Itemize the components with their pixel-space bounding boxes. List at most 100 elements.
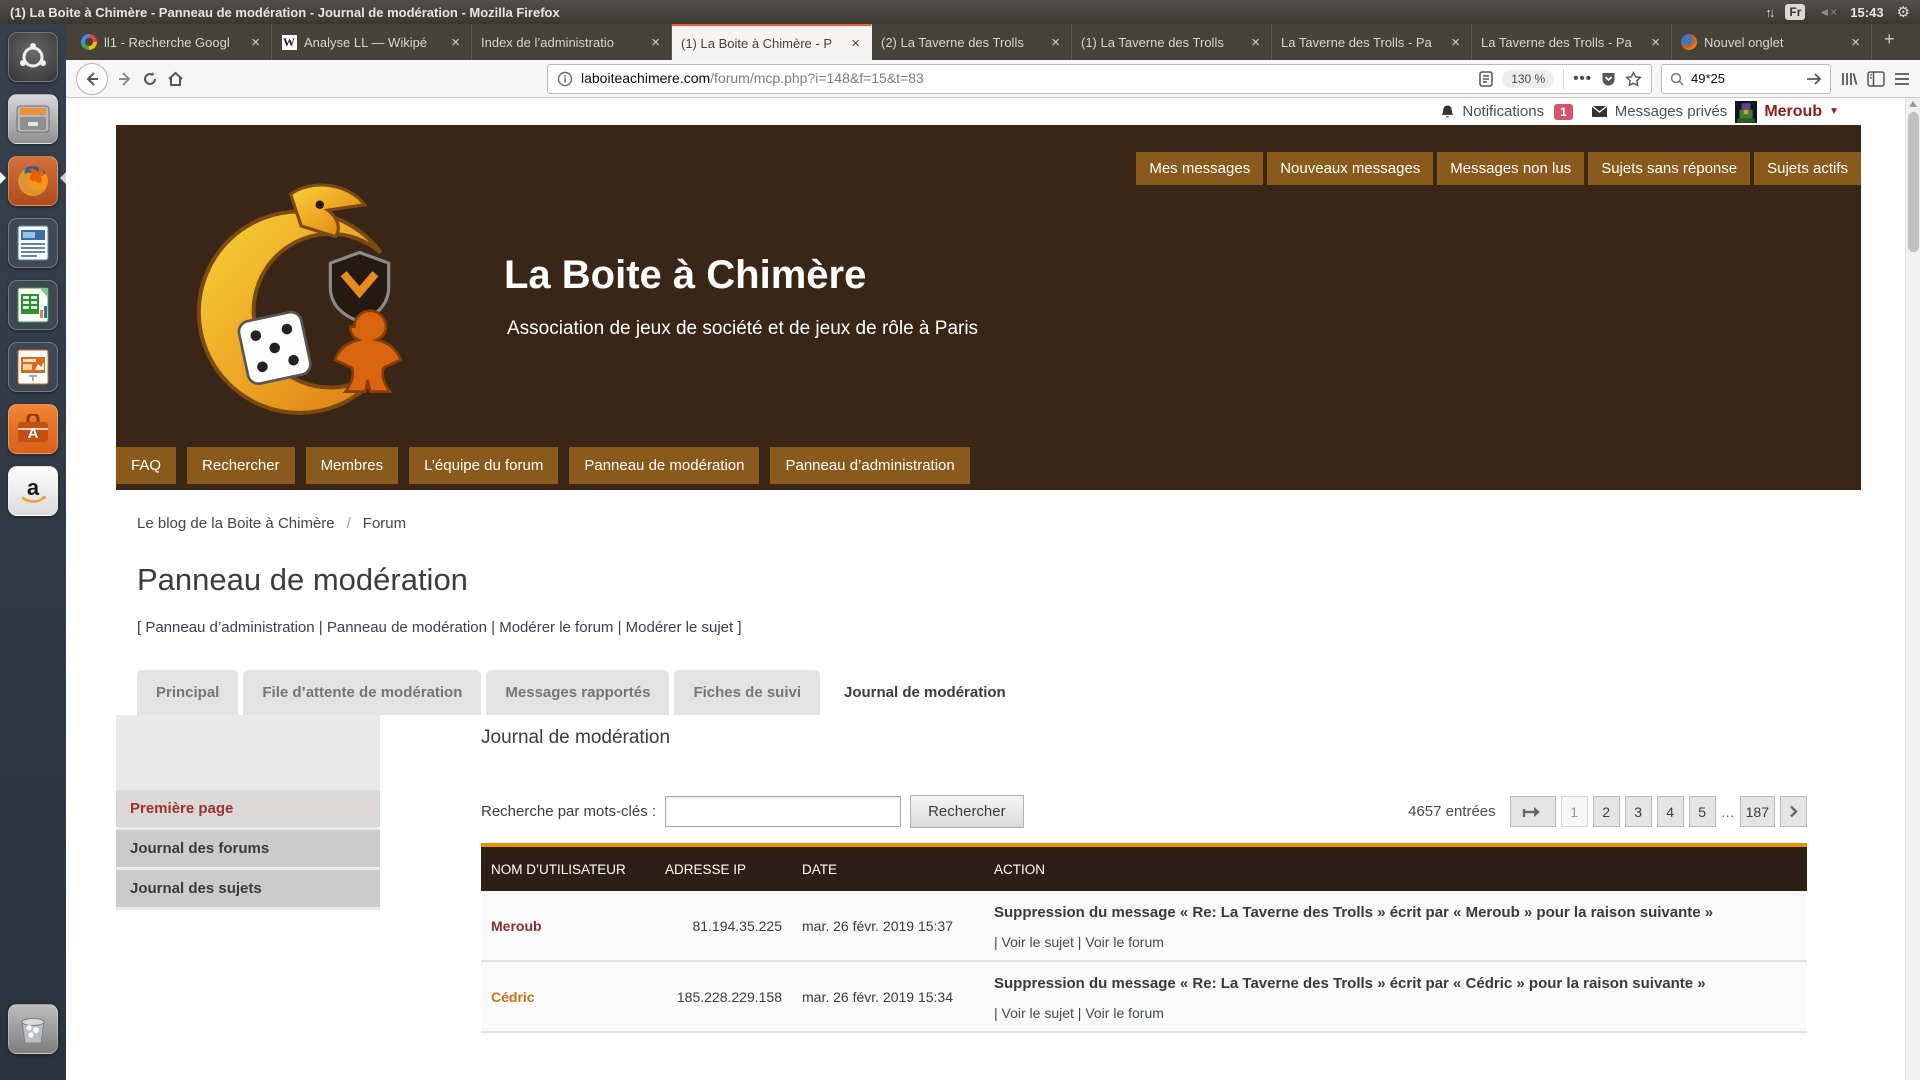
libreoffice-writer-icon[interactable] — [8, 218, 58, 268]
nav-nouveaux-messages[interactable]: Nouveaux messages — [1267, 152, 1433, 185]
sidebar-item-journal-sujets[interactable]: Journal des sujets — [116, 870, 380, 907]
tab-journal-moderation[interactable]: Journal de modération — [825, 670, 1025, 715]
nav-sujets-actifs[interactable]: Sujets actifs — [1754, 152, 1861, 185]
ubuntu-dash-icon[interactable] — [8, 32, 58, 82]
site-logo[interactable] — [174, 173, 439, 438]
file-manager-icon[interactable] — [8, 94, 58, 144]
next-page-button[interactable] — [1780, 796, 1807, 827]
view-topic-link[interactable]: Voir le sujet — [1002, 1005, 1074, 1021]
menu-rechercher[interactable]: Rechercher — [187, 447, 295, 484]
tab-nouvel-onglet[interactable]: Nouvel onglet × — [1672, 24, 1872, 60]
tab-recherche-google[interactable]: ll1 - Recherche Googl × — [72, 24, 272, 60]
tab-close-icon[interactable]: × — [1849, 34, 1862, 51]
tab-close-icon[interactable]: × — [1449, 34, 1462, 51]
back-button[interactable] — [76, 63, 108, 95]
notifications-link[interactable]: Notifications — [1440, 103, 1544, 120]
tab-fiches-suivi[interactable]: Fiches de suivi — [674, 670, 820, 715]
bookmark-star-icon[interactable] — [1625, 71, 1642, 87]
page-button[interactable]: 4 — [1657, 796, 1684, 827]
tab-principal[interactable]: Principal — [137, 670, 238, 715]
home-button[interactable] — [167, 71, 184, 87]
menu-equipe-forum[interactable]: L’équipe du forum — [409, 447, 558, 484]
tab-messages-rapportes[interactable]: Messages rapportés — [486, 670, 669, 715]
firefox-launcher-icon[interactable] — [8, 156, 58, 206]
tab-la-boite-a-chimere-active[interactable]: (1) La Boite à Chimère - P × — [672, 24, 872, 60]
rechercher-button[interactable]: Rechercher — [910, 795, 1024, 828]
module-links[interactable]: [ Panneau d’administration | Panneau de … — [137, 619, 1861, 636]
scrollbar-thumb[interactable] — [1908, 112, 1919, 252]
sidebar-item-journal-forums[interactable]: Journal des forums — [116, 830, 380, 867]
search-bar[interactable]: 49*25 — [1661, 64, 1831, 94]
private-messages-link[interactable]: Messages privés — [1591, 103, 1728, 120]
menu-panneau-administration[interactable]: Panneau d’administration — [770, 447, 969, 484]
session-menu-icon[interactable]: ⚙ — [1897, 3, 1910, 21]
breadcrumb-blog-link[interactable]: Le blog de la Boite à Chimère — [137, 515, 335, 532]
menu-button[interactable] — [1894, 72, 1910, 86]
clock[interactable]: 15:43 — [1850, 5, 1883, 20]
keyword-search-input[interactable] — [665, 796, 901, 827]
menu-panneau-moderation[interactable]: Panneau de modération — [569, 447, 759, 484]
tab-close-icon[interactable]: × — [649, 34, 662, 51]
amazon-icon[interactable]: a — [8, 466, 58, 516]
jump-to-page-button[interactable] — [1510, 796, 1556, 827]
notifications-badge[interactable]: 1 — [1554, 104, 1573, 120]
search-input[interactable]: 49*25 — [1691, 71, 1799, 86]
tab-taverne-1[interactable]: (1) La Taverne des Trolls × — [1072, 24, 1272, 60]
tab-close-icon[interactable]: × — [849, 35, 862, 52]
page-actions-icon[interactable]: ••• — [1573, 70, 1592, 87]
tab-taverne-2[interactable]: (2) La Taverne des Trolls × — [872, 24, 1072, 60]
nav-messages-non-lus[interactable]: Messages non lus — [1437, 152, 1584, 185]
log-username-link[interactable]: Cédric — [481, 961, 655, 1032]
tab-index-administration[interactable]: Index de l’administratio × — [472, 24, 672, 60]
forward-button[interactable] — [117, 71, 133, 87]
view-topic-link[interactable]: Voir le sujet — [1002, 934, 1074, 950]
launcher-focus-arrow-icon — [60, 172, 66, 184]
keyboard-layout-indicator[interactable]: Fr — [1785, 4, 1805, 20]
breadcrumb-forum-link[interactable]: Forum — [363, 515, 406, 532]
libreoffice-calc-icon[interactable] — [8, 280, 58, 330]
private-messages-label: Messages privés — [1615, 103, 1728, 120]
tab-wikipedia[interactable]: W Analyse LL — Wikipé × — [272, 24, 472, 60]
sidebar-item-premiere-page[interactable]: Première page — [116, 790, 380, 827]
nav-sujets-sans-reponse[interactable]: Sujets sans réponse — [1588, 152, 1750, 185]
url-bar[interactable]: laboiteachimere.com/forum/mcp.php?i=148&… — [547, 64, 1652, 94]
tab-close-icon[interactable]: × — [449, 34, 462, 51]
scrollbar[interactable] — [1905, 98, 1920, 1080]
scroll-up-icon[interactable] — [1909, 101, 1917, 107]
tab-taverne-pa-1[interactable]: La Taverne des Trolls - Pa × — [1272, 24, 1472, 60]
pocket-shield-icon[interactable] — [1601, 71, 1616, 87]
volume-muted-icon[interactable]: ◄× — [1818, 5, 1837, 19]
view-forum-link[interactable]: Voir le forum — [1085, 934, 1164, 950]
user-menu[interactable]: Meroub ▼ — [1735, 101, 1839, 123]
sidebar-button[interactable] — [1867, 71, 1885, 87]
page-button[interactable]: 2 — [1593, 796, 1620, 827]
log-date: mar. 26 févr. 2019 15:34 — [792, 961, 984, 1032]
page-info-icon[interactable] — [557, 71, 573, 87]
search-go-icon[interactable] — [1806, 72, 1822, 86]
tab-close-icon[interactable]: × — [1249, 34, 1262, 51]
reload-button[interactable] — [142, 71, 158, 87]
tab-close-icon[interactable]: × — [1049, 34, 1062, 51]
menu-faq[interactable]: FAQ — [116, 447, 176, 484]
log-action: Suppression du message « Re: La Taverne … — [984, 891, 1807, 961]
ubuntu-software-icon[interactable]: A — [8, 404, 58, 454]
tab-close-icon[interactable]: × — [1649, 34, 1662, 51]
page-button-current[interactable]: 1 — [1561, 796, 1588, 827]
log-username-link[interactable]: Meroub — [481, 891, 655, 961]
new-tab-button[interactable]: + — [1872, 24, 1907, 60]
menu-membres[interactable]: Membres — [306, 447, 399, 484]
tab-taverne-pa-2[interactable]: La Taverne des Trolls - Pa × — [1472, 24, 1672, 60]
trash-icon[interactable] — [8, 1004, 58, 1054]
libreoffice-impress-icon[interactable] — [8, 342, 58, 392]
reader-mode-icon[interactable] — [1479, 71, 1493, 87]
page-button[interactable]: 5 — [1689, 796, 1716, 827]
page-button[interactable]: 3 — [1625, 796, 1652, 827]
nav-mes-messages[interactable]: Mes messages — [1136, 152, 1263, 185]
tab-file-attente[interactable]: File d’attente de modération — [243, 670, 481, 715]
library-button[interactable] — [1840, 71, 1858, 87]
view-forum-link[interactable]: Voir le forum — [1085, 1005, 1164, 1021]
page-button-last[interactable]: 187 — [1740, 796, 1775, 827]
tab-close-icon[interactable]: × — [249, 34, 262, 51]
zoom-indicator[interactable]: 130 % — [1502, 70, 1554, 88]
network-indicator-icon[interactable]: ↑↓ — [1765, 5, 1772, 20]
